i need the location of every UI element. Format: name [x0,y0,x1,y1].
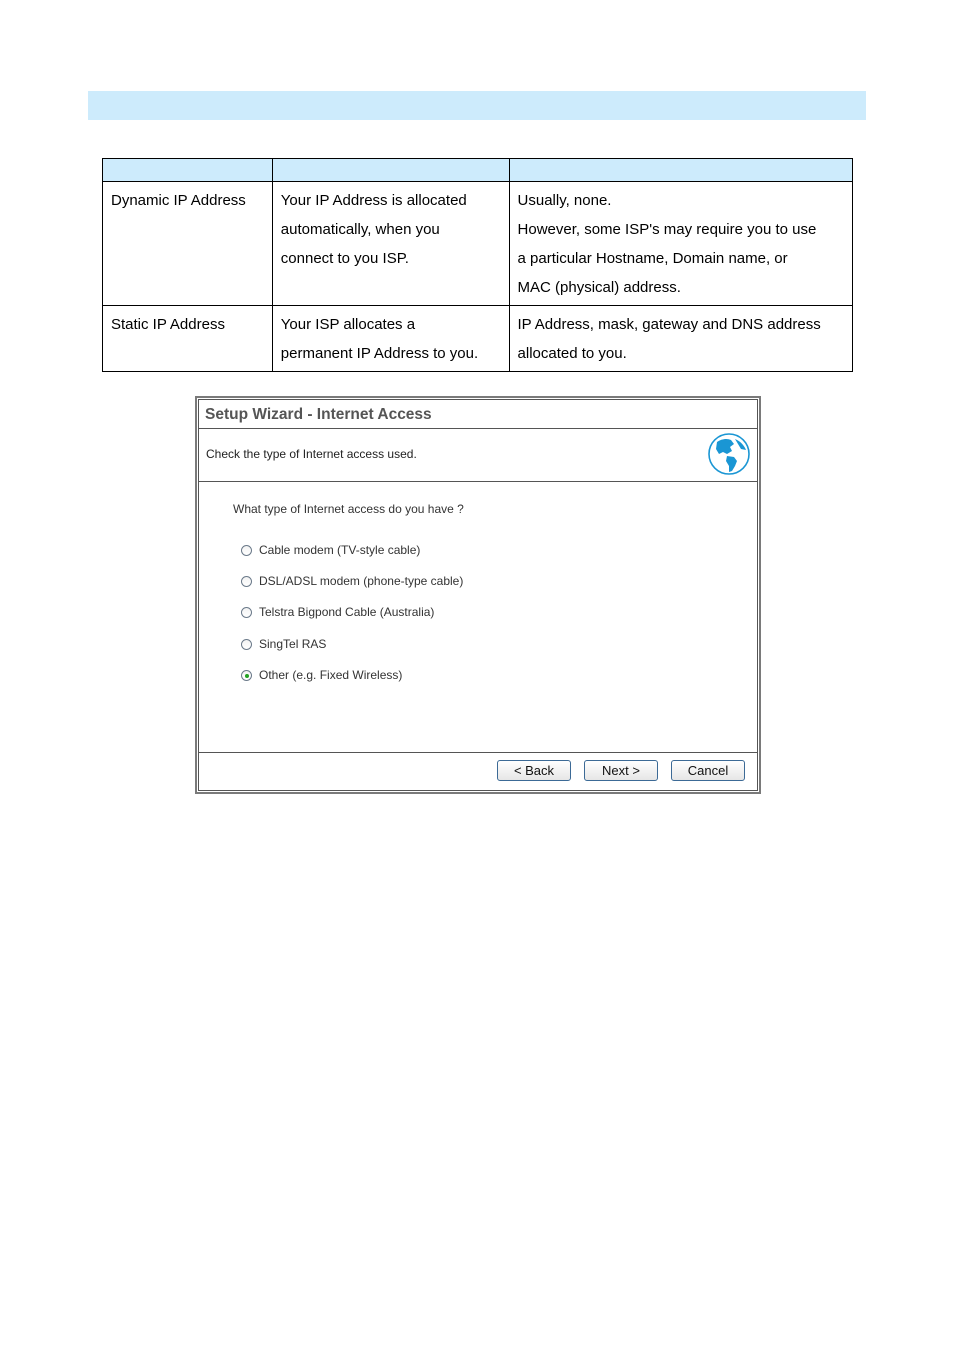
data-required-cell: Usually, none. However, some ISP's may r… [508,181,854,306]
table-row: Dynamic IP Address Your IP Address is al… [102,181,854,306]
question-label: What type of Internet access do you have… [233,502,464,516]
data-required-cell: IP Address, mask, gateway and DNS addres… [508,305,854,372]
option-telstra-bigpond[interactable]: Telstra Bigpond Cable (Australia) [241,605,434,619]
section-header-bar [88,91,866,120]
radio-button[interactable] [241,638,252,650]
text-line: IP Address, mask, gateway and DNS addres… [517,316,821,333]
back-button[interactable]: < Back [497,760,571,781]
text-line: a particular Hostname, Domain name, or [517,250,788,267]
description-cell: Your IP Address is allocated automatical… [271,181,510,306]
option-label: DSL/ADSL modem (phone-type cable) [259,574,464,588]
text-line: Usually, none. [517,192,612,209]
setup-wizard-dialog: Setup Wizard - Internet Access Check the… [195,396,761,794]
option-label: Other (e.g. Fixed Wireless) [259,668,403,682]
option-label: Telstra Bigpond Cable (Australia) [259,605,435,619]
type-cell: Static IP Address [102,305,273,372]
option-singtel-ras[interactable]: SingTel RAS [241,637,326,651]
text-line: permanent IP Address to you. [280,345,479,362]
header-cell [271,158,510,182]
next-button[interactable]: Next > [584,760,658,781]
text-line: automatically, when you [280,221,440,238]
cancel-button[interactable]: Cancel [671,760,745,781]
text-line: connect to you ISP. [280,250,409,267]
header-cell [508,158,854,182]
option-cable-modem[interactable]: Cable modem (TV-style cable) [241,543,420,557]
header-cell [102,158,273,182]
option-dsl-modem[interactable]: DSL/ADSL modem (phone-type cable) [241,574,463,588]
option-label: Cable modem (TV-style cable) [259,543,421,557]
globe-icon [708,433,750,475]
text-line: However, some ISP's may require you to u… [517,221,817,238]
option-other[interactable]: Other (e.g. Fixed Wireless) [241,668,402,682]
text-line: MAC (physical) address. [517,279,681,296]
ip-type-table: Dynamic IP Address Your IP Address is al… [102,158,854,372]
wizard-title: Setup Wizard - Internet Access [199,400,757,429]
text-line: allocated to you. [517,345,627,362]
wizard-footer: < Back Next > Cancel [199,753,757,791]
radio-button-selected[interactable] [241,669,252,681]
wizard-description: Check the type of Internet access used. [206,447,417,461]
radio-button[interactable] [241,544,252,556]
type-cell: Dynamic IP Address [102,181,273,306]
description-cell: Your ISP allocates a permanent IP Addres… [271,305,510,372]
wizard-body: What type of Internet access do you have… [199,482,757,753]
text-line: Your IP Address is allocated [280,192,467,209]
option-label: SingTel RAS [259,637,327,651]
text-line: Your ISP allocates a [280,316,416,333]
radio-button[interactable] [241,606,252,618]
table-row: Static IP Address Your ISP allocates a p… [102,305,854,372]
radio-button[interactable] [241,575,252,587]
wizard-description-bar: Check the type of Internet access used. [199,429,757,482]
table-header-row [102,158,854,182]
